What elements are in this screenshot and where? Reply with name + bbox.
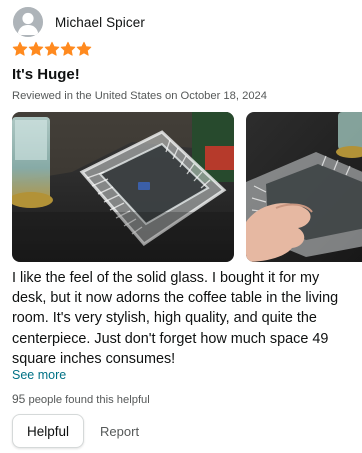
- review-photo-2[interactable]: [246, 112, 362, 262]
- review-title[interactable]: It's Huge!: [12, 66, 80, 83]
- helpful-count: 95 people found this helpful: [12, 392, 150, 406]
- star-icon: [76, 41, 92, 56]
- review-actions: Helpful Report: [12, 414, 139, 448]
- review-images: [12, 112, 362, 262]
- review-photo-1[interactable]: [12, 112, 234, 262]
- star-icon: [12, 41, 28, 56]
- reviewer-profile[interactable]: Michael Spicer: [13, 6, 145, 38]
- helpful-count-number: 95: [12, 392, 26, 406]
- reviewer-name: Michael Spicer: [55, 14, 145, 30]
- see-more-link[interactable]: See more: [12, 368, 66, 382]
- report-link[interactable]: Report: [100, 424, 139, 439]
- review-date: Reviewed in the United States on October…: [12, 90, 267, 102]
- avatar-icon: [13, 7, 43, 37]
- review-body: I like the feel of the solid glass. I bo…: [12, 270, 339, 367]
- helpful-button[interactable]: Helpful: [12, 414, 85, 448]
- customer-review: Michael Spicer It's Huge! Reviewed in th…: [0, 0, 362, 453]
- helpful-count-label: people found this helpful: [25, 394, 150, 406]
- star-rating: [12, 41, 92, 57]
- star-icon: [44, 41, 60, 56]
- star-icon: [28, 41, 44, 56]
- star-icon: [60, 41, 76, 56]
